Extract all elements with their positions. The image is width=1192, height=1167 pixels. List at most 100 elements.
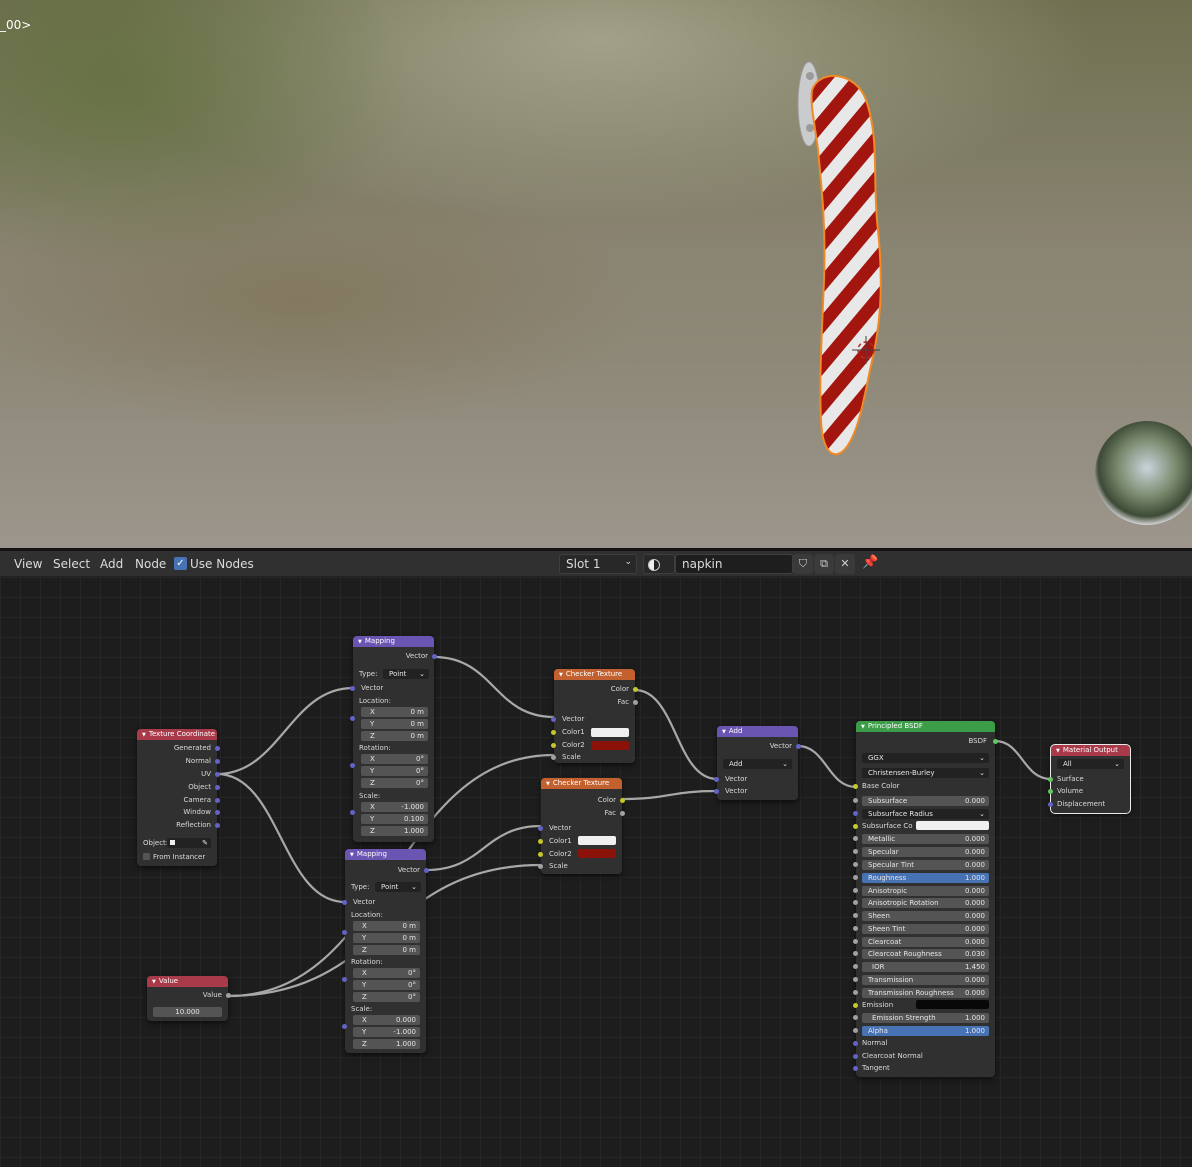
location-x[interactable]: X 0 m [361, 707, 428, 717]
unlink-close-icon[interactable]: ✕ [835, 554, 855, 574]
location-z[interactable]: Z 0 m [353, 945, 420, 955]
field-ior[interactable]: IOR 1.450 [862, 962, 989, 972]
socket-color2-in[interactable] [551, 743, 556, 748]
socket-anisotropic-rotation[interactable] [853, 900, 858, 905]
socket-alpha[interactable] [853, 1028, 858, 1033]
fake-user-shield-icon[interactable]: ⛉ [793, 554, 813, 574]
node-header[interactable]: ▼ Checker Texture [554, 669, 635, 680]
socket-vector-out[interactable] [424, 868, 429, 873]
color2-swatch[interactable] [578, 849, 616, 858]
collapse-triangle-icon[interactable]: ▼ [861, 724, 865, 730]
field-metallic[interactable]: Metallic 0.000 [862, 834, 989, 844]
socket-surface[interactable] [1048, 777, 1053, 782]
node-header[interactable]: ▼ Texture Coordinate [137, 729, 217, 740]
type-dropdown[interactable]: Point ⌄ [383, 669, 429, 679]
emission-color-swatch[interactable] [916, 1000, 989, 1009]
field-anisotropic-rotation[interactable]: Anisotropic Rotation 0.000 [862, 898, 989, 908]
socket-reflection[interactable] [215, 823, 220, 828]
field-specular-tint[interactable]: Specular Tint 0.000 [862, 860, 989, 870]
color2-swatch[interactable] [591, 741, 629, 750]
socket-volume[interactable] [1048, 789, 1053, 794]
socket-color2-in[interactable] [538, 852, 543, 857]
collapse-triangle-icon[interactable]: ▼ [1056, 748, 1060, 754]
texture-coordinate-node[interactable]: ▼ Texture Coordinate Generated Normal UV … [137, 729, 220, 866]
socket-vector-in[interactable] [350, 686, 355, 691]
socket-scale[interactable] [342, 1024, 347, 1029]
socket-color-out[interactable] [620, 798, 625, 803]
socket-displacement[interactable] [1048, 802, 1053, 807]
duplicate-material-icon[interactable]: ⧉ [814, 554, 834, 574]
color1-swatch[interactable] [578, 836, 616, 845]
rotation-y[interactable]: Y 0° [353, 980, 420, 990]
collapse-triangle-icon[interactable]: ▼ [350, 852, 354, 858]
rotation-z[interactable]: Z 0° [361, 778, 428, 788]
value-node[interactable]: ▼ Value Value 10.000 [147, 976, 231, 1021]
node-editor-canvas[interactable]: ▼ Texture Coordinate Generated Normal UV … [0, 577, 1192, 1167]
socket-color1-in[interactable] [551, 730, 556, 735]
field-transmission[interactable]: Transmission 0.000 [862, 975, 989, 985]
collapse-triangle-icon[interactable]: ▼ [142, 732, 146, 738]
socket-fac-out[interactable] [633, 700, 638, 705]
field-sheen[interactable]: Sheen 0.000 [862, 911, 989, 921]
socket-fac-out[interactable] [620, 811, 625, 816]
scale-y[interactable]: Y 0.100 [361, 814, 428, 824]
mapping-node-2[interactable]: ▼ Mapping Vector Type: Point ⌄ Vector Loca… [342, 849, 429, 1053]
socket-specular[interactable] [853, 849, 858, 854]
node-header[interactable]: ▼ Mapping [353, 636, 434, 647]
field-transmission-roughness[interactable]: Transmission Roughness 0.000 [862, 988, 989, 998]
socket-transmission[interactable] [853, 977, 858, 982]
collapse-triangle-icon[interactable]: ▼ [546, 781, 550, 787]
node-header[interactable]: ▼ Checker Texture [541, 778, 622, 789]
type-dropdown[interactable]: Point ⌄ [375, 882, 421, 892]
collapse-triangle-icon[interactable]: ▼ [358, 639, 362, 645]
socket-value-out[interactable] [226, 993, 231, 998]
socket-location[interactable] [350, 716, 355, 721]
field-clearcoat[interactable]: Clearcoat 0.000 [862, 937, 989, 947]
subsurface-color-swatch[interactable] [916, 821, 989, 830]
object-field[interactable]: ✎ [167, 838, 211, 848]
vector-add-node[interactable]: ▼ Add Vector Add ⌄ Vector Vector [714, 726, 801, 800]
menu-select[interactable]: Select [53, 557, 90, 571]
socket-camera[interactable] [215, 798, 220, 803]
socket-specular-tint[interactable] [853, 862, 858, 867]
slot-dropdown[interactable]: Slot 1 ⌄ [559, 554, 637, 574]
socket-vector-b[interactable] [714, 789, 719, 794]
socket-normal[interactable] [853, 1041, 858, 1046]
socket-generated[interactable] [215, 746, 220, 751]
socket-emission[interactable] [853, 1003, 858, 1008]
field-specular[interactable]: Specular 0.000 [862, 847, 989, 857]
location-y[interactable]: Y 0 m [353, 933, 420, 943]
socket-vector-in[interactable] [551, 717, 556, 722]
socket-roughness[interactable] [853, 875, 858, 880]
socket-tangent[interactable] [853, 1066, 858, 1071]
scale-x[interactable]: X 0.000 [353, 1015, 420, 1025]
rotation-x[interactable]: X 0° [353, 968, 420, 978]
field-anisotropic[interactable]: Anisotropic 0.000 [862, 886, 989, 896]
distribution-dropdown[interactable]: GGX ⌄ [862, 753, 989, 763]
menu-add[interactable]: Add [100, 557, 123, 571]
mapping-node-1[interactable]: ▼ Mapping Vector Type: Point ⌄ Vector Loca… [350, 636, 437, 842]
socket-vector-a[interactable] [714, 777, 719, 782]
socket-vector-out[interactable] [432, 654, 437, 659]
location-z[interactable]: Z 0 m [361, 731, 428, 741]
node-header[interactable]: ▼ Mapping [345, 849, 426, 860]
location-x[interactable]: X 0 m [353, 921, 420, 931]
socket-subsurface-radius[interactable] [853, 811, 858, 816]
socket-clearcoat-normal[interactable] [853, 1054, 858, 1059]
socket-emission-strength[interactable] [853, 1015, 858, 1020]
socket-window[interactable] [215, 810, 220, 815]
eyedropper-icon[interactable]: ✎ [202, 838, 208, 848]
socket-vector-in[interactable] [538, 826, 543, 831]
field-clearcoat-roughness[interactable]: Clearcoat Roughness 0.030 [862, 949, 989, 959]
collapse-triangle-icon[interactable]: ▼ [152, 979, 156, 985]
socket-vector-out[interactable] [796, 744, 801, 749]
from-instancer-checkbox[interactable] [143, 853, 150, 860]
scale-y[interactable]: Y -1.000 [353, 1027, 420, 1037]
field-sheen-tint[interactable]: Sheen Tint 0.000 [862, 924, 989, 934]
socket-subsurface-color[interactable] [853, 824, 858, 829]
value-field[interactable]: 10.000 [153, 1007, 222, 1017]
napkin-object[interactable] [810, 74, 882, 456]
rotation-y[interactable]: Y 0° [361, 766, 428, 776]
target-dropdown[interactable]: All ⌄ [1057, 759, 1124, 769]
scale-x[interactable]: X -1.000 [361, 802, 428, 812]
